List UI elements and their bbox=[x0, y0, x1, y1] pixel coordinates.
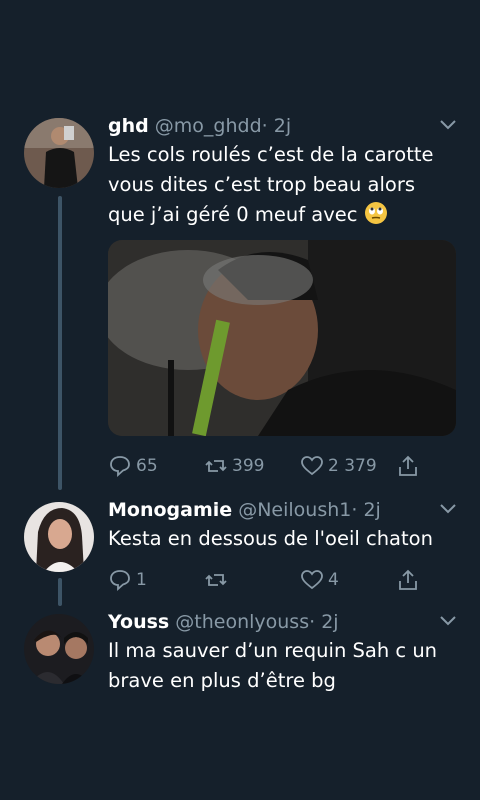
face-with-rolling-eyes-icon bbox=[364, 202, 387, 224]
timestamp[interactable]: 2j bbox=[363, 499, 380, 521]
like-count: 2 379 bbox=[328, 456, 377, 476]
display-name[interactable]: ghd bbox=[108, 115, 149, 137]
retweet-button[interactable] bbox=[204, 566, 232, 594]
tweet-actions: 65 399 2 379 bbox=[108, 452, 428, 480]
reply-count: 1 bbox=[136, 570, 147, 590]
thread-line bbox=[58, 196, 62, 490]
avatar[interactable] bbox=[24, 118, 94, 188]
heart-icon bbox=[301, 570, 323, 590]
separator: · bbox=[261, 115, 268, 137]
retweet-icon bbox=[205, 460, 227, 472]
retweet-icon bbox=[205, 574, 227, 586]
share-icon bbox=[399, 455, 417, 476]
display-name[interactable]: Monogamie bbox=[108, 499, 232, 521]
chevron-down-icon[interactable] bbox=[438, 614, 458, 628]
handle[interactable]: @Neiloush1 bbox=[238, 499, 351, 521]
like-button[interactable]: 2 379 bbox=[300, 452, 377, 480]
share-button[interactable] bbox=[396, 566, 420, 594]
tweet-actions: 1 4 bbox=[108, 566, 428, 594]
reply-count: 65 bbox=[136, 456, 158, 476]
tweet-text: Il ma sauver d’un requin Sah c un brave … bbox=[108, 639, 438, 692]
tweet-header: Monogamie @Neiloush1· 2j bbox=[108, 498, 432, 522]
tweet-text: Les cols roulés c’est de la carotte vous… bbox=[108, 140, 456, 230]
chevron-down-icon[interactable] bbox=[438, 118, 458, 132]
heart-icon bbox=[301, 456, 323, 476]
separator: · bbox=[351, 499, 358, 521]
retweet-count: 399 bbox=[232, 456, 265, 476]
display-name[interactable]: Youss bbox=[108, 611, 169, 633]
avatar[interactable] bbox=[24, 502, 94, 572]
handle[interactable]: @theonlyouss bbox=[175, 611, 309, 633]
like-count: 4 bbox=[328, 570, 339, 590]
tweet-text: Kesta en dessous de l'oeil chaton bbox=[108, 527, 433, 550]
separator: · bbox=[309, 611, 316, 633]
reply-button[interactable]: 1 bbox=[108, 566, 147, 594]
timestamp[interactable]: 2j bbox=[274, 115, 291, 137]
handle[interactable]: @mo_ghdd bbox=[155, 115, 262, 137]
tweet-media-photo[interactable] bbox=[108, 240, 456, 436]
timestamp[interactable]: 2j bbox=[321, 611, 338, 633]
retweet-button[interactable]: 399 bbox=[204, 452, 264, 480]
avatar[interactable] bbox=[24, 614, 94, 684]
like-button[interactable]: 4 bbox=[300, 566, 339, 594]
chevron-down-icon[interactable] bbox=[438, 502, 458, 516]
share-button[interactable] bbox=[396, 452, 420, 480]
reply-icon bbox=[110, 570, 130, 592]
reply-button[interactable]: 65 bbox=[108, 452, 158, 480]
tweet-header: ghd @mo_ghdd· 2j bbox=[108, 114, 432, 138]
thread-line bbox=[58, 578, 62, 606]
reply-icon bbox=[110, 456, 130, 478]
share-icon bbox=[399, 569, 417, 590]
tweet-header: Youss @theonlyouss· 2j bbox=[108, 610, 432, 634]
